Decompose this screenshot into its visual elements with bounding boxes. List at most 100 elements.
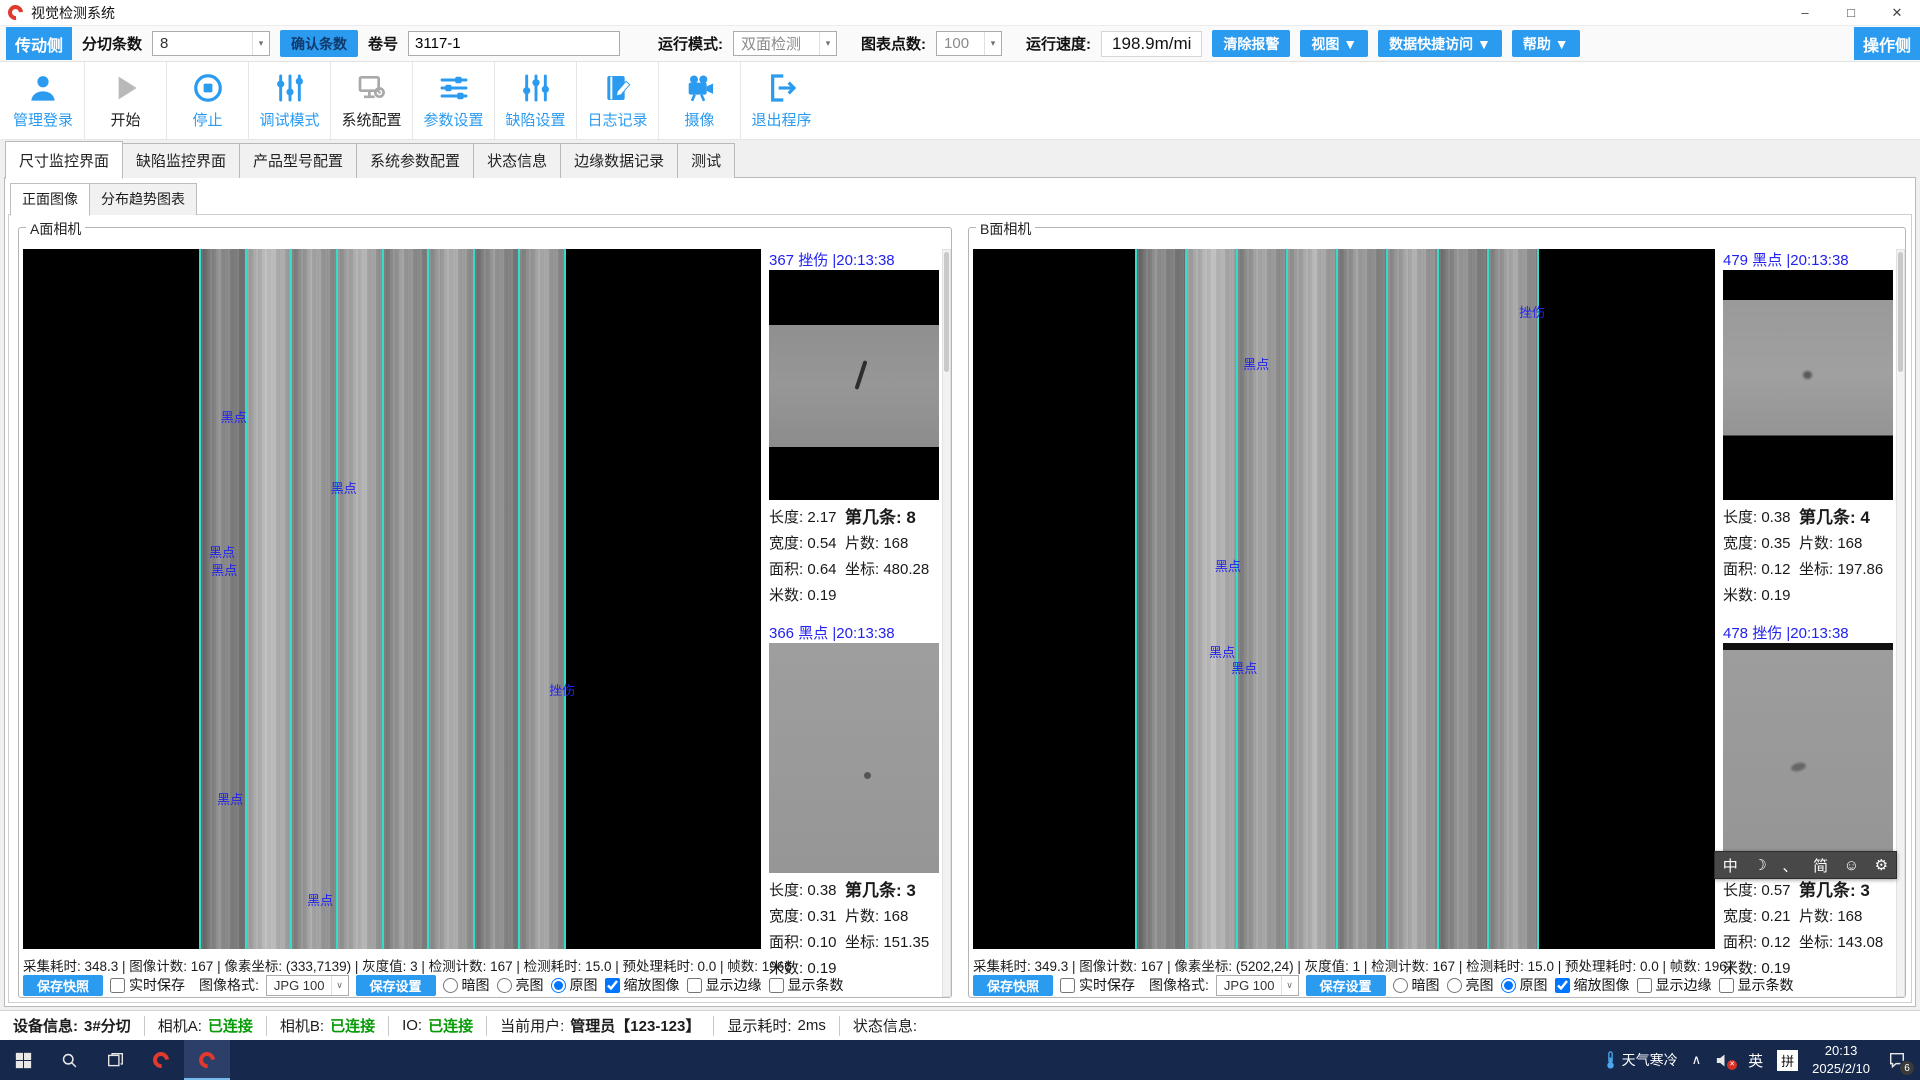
emoji-icon[interactable]: ☺ [1844, 857, 1859, 874]
zoom-image-checkbox[interactable]: 缩放图像 [1555, 975, 1630, 995]
volume-muted-icon[interactable]: ✕ [1715, 1052, 1734, 1069]
system-config-button[interactable]: 系统配置 [330, 62, 412, 139]
log-record-button[interactable]: 日志记录 [576, 62, 658, 139]
show-count-checkbox[interactable]: 显示条数 [1719, 975, 1794, 995]
camera-b-title: B面相机 [976, 219, 1035, 239]
realtime-save-checkbox[interactable]: 实时保存 [1060, 975, 1135, 995]
io-conn-status: 已连接 [428, 1015, 473, 1036]
image-format-select[interactable]: JPG 100∨ [1216, 975, 1299, 996]
view-menu-button[interactable]: 视图 ▼ [1300, 30, 1368, 57]
defect-field: 面积: 0.12 [1723, 557, 1799, 583]
help-menu-button[interactable]: 帮助 ▼ [1512, 30, 1580, 57]
parameter-settings-button[interactable]: 参数设置 [412, 62, 494, 139]
show-edge-checkbox[interactable]: 显示边缘 [687, 975, 762, 995]
defect-thumbnail[interactable] [769, 270, 939, 500]
radio-original-image[interactable]: 原图 [1501, 975, 1548, 995]
defect-thumbnail[interactable] [769, 643, 939, 873]
defect-field: 面积: 0.10 [769, 930, 845, 956]
tray-expand-caret[interactable]: ∧ [1692, 1052, 1702, 1068]
roll-number-input[interactable] [408, 31, 620, 56]
scrollbar[interactable] [1896, 249, 1905, 997]
ime-mode-indicator[interactable]: 拼 [1777, 1050, 1798, 1071]
language-indicator[interactable]: 英 [1748, 1050, 1763, 1071]
save-settings-button[interactable]: 保存设置 [1306, 975, 1386, 996]
moon-icon[interactable]: ☽ [1753, 856, 1766, 874]
radio-dark-image[interactable]: 暗图 [443, 975, 490, 995]
tab-product-model-config[interactable]: 产品型号配置 [239, 143, 357, 178]
device-info-value: 3#分切 [84, 1015, 131, 1036]
defect-label: 黑点 [1243, 354, 1269, 373]
image-format-select[interactable]: JPG 100∨ [266, 975, 349, 996]
simplified-toggle[interactable]: 简 [1813, 855, 1828, 876]
camera-b-image[interactable]: 挫伤 黑点 黑点 黑点 黑点 [973, 249, 1715, 949]
gear-icon[interactable]: ⚙ [1875, 856, 1888, 874]
taskbar-app-vision-system[interactable] [138, 1040, 184, 1080]
minimize-button[interactable]: – [1782, 0, 1828, 25]
radio-bright-image[interactable]: 亮图 [1447, 975, 1494, 995]
capture-button[interactable]: 摄像 [658, 62, 740, 139]
punctuation-toggle[interactable]: 、 [1782, 855, 1797, 876]
admin-login-button[interactable]: 管理登录 [2, 62, 84, 139]
chart-points-select[interactable]: 100 ▾ [936, 31, 1002, 56]
drive-side-button[interactable]: 传动侧 [6, 27, 72, 60]
defect-mark [855, 360, 868, 390]
subtab-distribution-chart[interactable]: 分布趋势图表 [89, 183, 197, 215]
defect-mark [864, 772, 871, 779]
camera-a-status-line: 采集耗时: 348.3 | 图像计数: 167 | 像素坐标: (333,713… [23, 955, 765, 975]
subtab-front-image[interactable]: 正面图像 [10, 183, 90, 216]
film-strip [1288, 249, 1338, 949]
task-view-icon[interactable] [92, 1040, 138, 1080]
defect-settings-button[interactable]: 缺陷设置 [494, 62, 576, 139]
run-mode-select[interactable]: 双面检测 ▾ [733, 31, 837, 56]
ime-lang-toggle[interactable]: 中 [1723, 855, 1738, 876]
radio-original-image[interactable]: 原图 [551, 975, 598, 995]
taskbar-app-vision-system-active[interactable] [184, 1040, 230, 1080]
defect-thumbnail[interactable] [1723, 270, 1893, 500]
slit-count-select[interactable]: 8 ▾ [152, 31, 270, 56]
defect-field: 宽度: 0.31 [769, 904, 845, 930]
exit-program-button[interactable]: 退出程序 [740, 62, 822, 139]
debug-mode-button[interactable]: 调试模式 [248, 62, 330, 139]
debug-sliders-icon [274, 71, 306, 105]
image-format-label: 图像格式: [199, 975, 259, 995]
defect-thumbnail[interactable] [1723, 643, 1893, 873]
data-quick-access-menu-button[interactable]: 数据快捷访问 ▼ [1378, 30, 1502, 57]
defect-field: 坐标: 480.28 [845, 557, 929, 583]
clock[interactable]: 20:13 2025/2/10 [1812, 1042, 1870, 1077]
close-button[interactable]: ✕ [1874, 0, 1920, 25]
clear-alarm-button[interactable]: 清除报警 [1212, 30, 1290, 57]
realtime-save-checkbox[interactable]: 实时保存 [110, 975, 185, 995]
defect-field: 面积: 0.12 [1723, 930, 1799, 956]
zoom-image-checkbox[interactable]: 缩放图像 [605, 975, 680, 995]
start-button[interactable]: 开始 [84, 62, 166, 139]
start-button[interactable] [0, 1040, 46, 1080]
weather-widget[interactable]: 天气寒冷 [1604, 1050, 1678, 1070]
search-icon[interactable] [46, 1040, 92, 1080]
roll-number-label: 卷号 [368, 33, 398, 54]
notification-center-icon[interactable]: 6 [1884, 1047, 1910, 1073]
save-settings-button[interactable]: 保存设置 [356, 975, 436, 996]
stop-button[interactable]: 停止 [166, 62, 248, 139]
tab-defect-monitor[interactable]: 缺陷监控界面 [122, 143, 240, 178]
show-count-checkbox[interactable]: 显示条数 [769, 975, 844, 995]
display-time-value: 2ms [798, 1017, 826, 1034]
radio-dark-image[interactable]: 暗图 [1393, 975, 1440, 995]
tab-edge-data-record[interactable]: 边缘数据记录 [560, 143, 678, 178]
defect-field: 第几条: 4 [1799, 505, 1883, 531]
scrollbar[interactable] [942, 249, 951, 997]
taskbar: 天气寒冷 ∧ ✕ 英 拼 20:13 2025/2/10 6 [0, 1040, 1920, 1080]
camera-b-controls: 保存快照 实时保存 图像格式: JPG 100∨ 保存设置 暗图 亮图 原图 缩… [973, 973, 1715, 997]
tab-size-monitor[interactable]: 尺寸监控界面 [5, 141, 123, 179]
show-edge-checkbox[interactable]: 显示边缘 [1637, 975, 1712, 995]
confirm-count-button[interactable]: 确认条数 [280, 30, 358, 57]
tab-status-info[interactable]: 状态信息 [473, 143, 561, 178]
radio-bright-image[interactable]: 亮图 [497, 975, 544, 995]
current-user-value: 管理员【123-123】 [570, 1015, 700, 1036]
operator-side-button[interactable]: 操作侧 [1854, 27, 1920, 60]
tab-system-param-config[interactable]: 系统参数配置 [356, 143, 474, 178]
maximize-button[interactable]: □ [1828, 0, 1874, 25]
save-snapshot-button[interactable]: 保存快照 [23, 975, 103, 996]
tab-test[interactable]: 测试 [677, 143, 735, 178]
camera-a-image[interactable]: 黑点 黑点 黑点 黑点 挫伤 黑点 黑点 [23, 249, 761, 949]
save-snapshot-button[interactable]: 保存快照 [973, 975, 1053, 996]
